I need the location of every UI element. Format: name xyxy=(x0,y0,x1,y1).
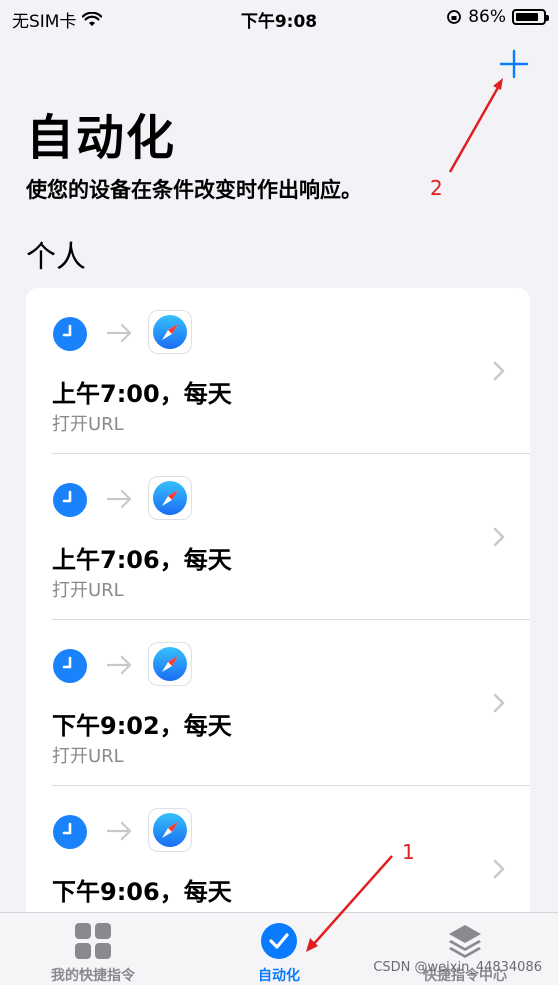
automation-item[interactable]: 上午7:06，每天 打开URL xyxy=(26,454,530,620)
automation-action: 打开URL xyxy=(52,414,124,435)
automation-item[interactable]: 下午9:02，每天 打开URL xyxy=(26,620,530,786)
watermark: CSDN @weixin_44834086 xyxy=(373,960,542,975)
orientation-lock-icon xyxy=(447,10,462,24)
add-automation-button[interactable] xyxy=(498,48,530,80)
status-bar: 无SIM卡 下午9:08 86% xyxy=(0,0,558,36)
arrow-right-icon xyxy=(106,323,132,343)
battery-fill xyxy=(516,13,539,21)
status-right: 86% xyxy=(446,7,549,27)
arrow-right-icon xyxy=(106,821,132,841)
grid-icon xyxy=(75,923,111,959)
annotation-label: 1 xyxy=(402,840,415,864)
tab-my-shortcuts[interactable]: 我的快捷指令 xyxy=(0,913,186,985)
chevron-right-icon xyxy=(493,527,505,547)
clock-icon xyxy=(53,649,87,683)
page-subtitle: 使您的设备在条件改变时作出响应。 xyxy=(26,178,362,202)
automation-title: 下午9:02，每天 xyxy=(52,712,232,740)
chevron-right-icon xyxy=(493,859,505,879)
arrow-right-icon xyxy=(106,655,132,675)
automation-item[interactable]: 下午9:06，每天 xyxy=(26,786,530,928)
battery-icon xyxy=(512,9,549,25)
automation-title: 上午7:00，每天 xyxy=(52,380,232,408)
layers-icon xyxy=(449,925,481,958)
clock-icon xyxy=(53,317,87,351)
annotation-label: 2 xyxy=(430,176,443,200)
automation-title: 上午7:06，每天 xyxy=(52,546,232,574)
chevron-right-icon xyxy=(493,361,505,381)
automation-title: 下午9:06，每天 xyxy=(52,878,232,906)
automation-list: 上午7:00，每天 打开URL 上午7:06，每天 打开URL 下午9:02，每… xyxy=(26,288,530,928)
tab-label: 我的快捷指令 xyxy=(51,968,135,984)
chevron-right-icon xyxy=(493,693,505,713)
automation-action: 打开URL xyxy=(52,746,124,767)
clock-icon xyxy=(53,815,87,849)
safari-icon xyxy=(148,310,192,354)
section-title: 个人 xyxy=(26,240,86,275)
automation-item[interactable]: 上午7:00，每天 打开URL xyxy=(26,288,530,454)
check-clock-icon xyxy=(261,923,297,959)
safari-icon xyxy=(148,642,192,686)
tab-automation[interactable]: 自动化 xyxy=(186,913,372,985)
clock-icon xyxy=(53,483,87,517)
safari-icon xyxy=(148,808,192,852)
automation-action: 打开URL xyxy=(52,580,124,601)
annotation-arrow xyxy=(448,83,502,173)
safari-icon xyxy=(148,476,192,520)
tab-label: 自动化 xyxy=(258,968,300,984)
arrow-right-icon xyxy=(106,489,132,509)
page-title: 自动化 xyxy=(26,110,177,166)
battery-percent: 86% xyxy=(468,7,506,27)
